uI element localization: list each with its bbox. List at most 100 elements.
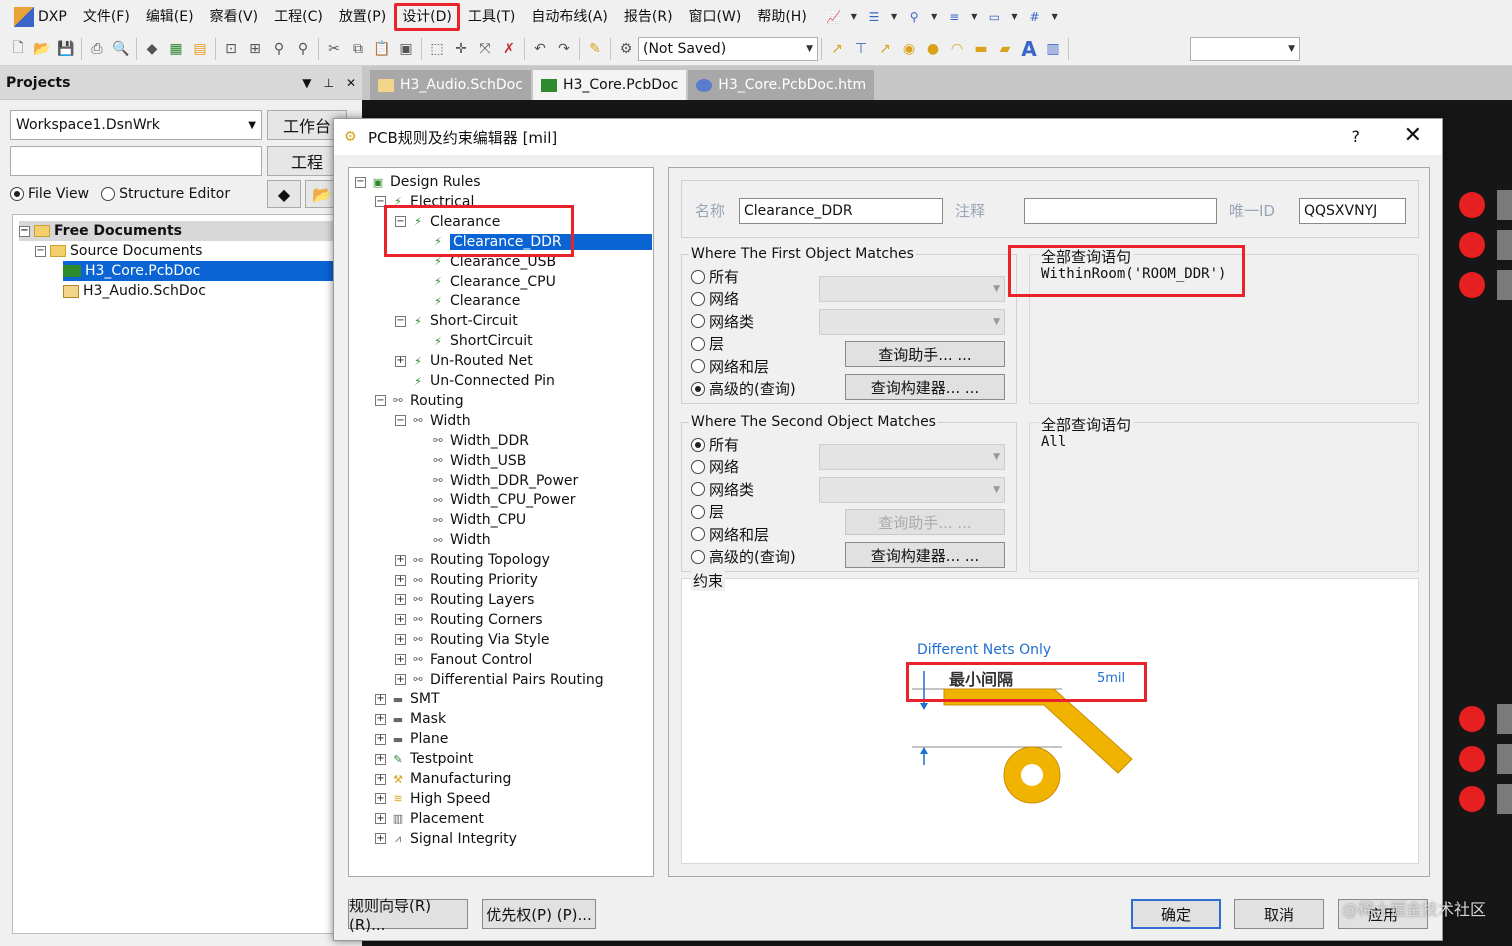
first-option-radio[interactable]: 网络类 <box>691 311 754 332</box>
paste-special-icon[interactable]: ▣ <box>394 37 418 61</box>
second-option-radio[interactable]: 所有 <box>691 434 739 455</box>
rule-tree-item[interactable]: ⚯ Width_DDR_Power <box>415 471 578 491</box>
multi-route-icon[interactable]: ↗ <box>873 37 897 61</box>
first-netclass-dropdown[interactable]: ▼ <box>819 309 1005 335</box>
compile-icon[interactable]: ◆ <box>267 180 301 208</box>
rule-tree-item[interactable]: ⚡ ShortCircuit <box>415 331 533 351</box>
cut-icon[interactable]: ✂ <box>322 37 346 61</box>
open-folder-icon[interactable]: 📂 <box>30 37 54 61</box>
expand-icon[interactable]: + <box>375 833 386 845</box>
collapse-icon[interactable]: − <box>395 216 406 228</box>
rule-tree-item[interactable]: − ⚯ Routing <box>375 391 464 411</box>
second-option-radio[interactable]: 网络 <box>691 456 739 477</box>
chart-tool-icon[interactable]: 📈 <box>823 7 845 27</box>
expand-icon[interactable]: + <box>395 634 406 646</box>
rule-tree-item[interactable]: + ⚯ Differential Pairs Routing <box>395 670 604 690</box>
expand-icon[interactable]: + <box>395 554 406 566</box>
rule-name-input[interactable]: Clearance_DDR <box>739 198 943 224</box>
rule-tree-item[interactable]: − ⚯ Width <box>395 411 471 431</box>
via-icon[interactable]: ● <box>921 37 945 61</box>
first-option-radio[interactable]: 层 <box>691 333 724 354</box>
menu-design[interactable]: 设计(D) <box>394 2 460 31</box>
dropdown-arrow-icon[interactable]: ▼ <box>851 12 857 21</box>
cancel-button[interactable]: 取消 <box>1234 899 1324 929</box>
second-netclass-dropdown[interactable]: ▼ <box>819 477 1005 503</box>
collapse-icon[interactable]: − <box>395 415 406 427</box>
rule-tree-item[interactable]: ⚯ Width_DDR <box>415 431 529 451</box>
second-query-builder-button[interactable]: 查询构建器... ... <box>845 542 1005 568</box>
list-tool-icon[interactable]: ≡ <box>943 7 965 27</box>
menu-window[interactable]: 窗口(W) <box>681 3 750 31</box>
redo-icon[interactable]: ↷ <box>552 37 576 61</box>
print-preview-icon[interactable]: 🔍 <box>109 37 133 61</box>
tree-free-documents[interactable]: − Free Documents <box>19 221 335 241</box>
align-tool-icon[interactable]: ☰ <box>863 7 885 27</box>
undo-icon[interactable]: ↶ <box>528 37 552 61</box>
menu-view[interactable]: 察看(V) <box>202 3 267 31</box>
rule-tree-item[interactable]: + ⚯ Routing Layers <box>395 590 534 610</box>
panel-menu-icon[interactable]: ▼ <box>302 76 311 90</box>
expand-icon[interactable]: + <box>395 614 406 626</box>
copy-icon[interactable]: ⧉ <box>346 37 370 61</box>
variant-combo[interactable]: (Not Saved) ▼ <box>638 37 818 61</box>
rule-tree-item[interactable]: ⚡ Un-Connected Pin <box>395 371 555 391</box>
rule-tree-item[interactable]: + ⚯ Routing Corners <box>395 610 543 630</box>
rule-tree-item[interactable]: ⚯ Width_CPU_Power <box>415 490 575 510</box>
first-option-radio[interactable]: 网络 <box>691 288 739 309</box>
ok-button[interactable]: 确定 <box>1131 899 1221 929</box>
zoom-area-icon[interactable]: ⊞ <box>243 37 267 61</box>
dropdown-arrow-icon[interactable]: ▼ <box>1052 12 1058 21</box>
tree-source-documents[interactable]: − Source Documents <box>35 241 202 261</box>
expand-icon[interactable]: + <box>375 733 386 745</box>
menu-project[interactable]: 工程(C) <box>266 3 331 31</box>
expand-icon[interactable]: + <box>375 713 386 725</box>
second-net-dropdown[interactable]: ▼ <box>819 444 1005 470</box>
expand-icon[interactable]: + <box>395 654 406 666</box>
rule-tree-item[interactable]: + ⩘ Signal Integrity <box>375 829 517 849</box>
rule-tree-item[interactable]: ⚡ Clearance_CPU <box>415 272 556 292</box>
grid-tool-icon[interactable]: # <box>1024 7 1046 27</box>
first-query-builder-button[interactable]: 查询构建器... ... <box>845 374 1005 400</box>
dropdown-arrow-icon[interactable]: ▼ <box>931 12 937 21</box>
rule-tree-item[interactable]: − ⚡ Short-Circuit <box>395 311 518 331</box>
second-option-radio[interactable]: 网络类 <box>691 479 754 500</box>
expand-icon[interactable]: + <box>395 574 406 586</box>
second-query-box[interactable] <box>1029 422 1419 572</box>
second-option-radio[interactable]: 高级的(查询) <box>691 546 796 567</box>
rule-tree-item[interactable]: + ⚒ Manufacturing <box>375 769 511 789</box>
interactive-route-icon[interactable]: ↗ <box>825 37 849 61</box>
tree-doc-sch[interactable]: H3_Audio.SchDoc <box>63 281 206 301</box>
net-scope-select[interactable]: Different Nets Only <box>917 642 1051 658</box>
rule-wizard-button[interactable]: 规则向导(R) (R)... <box>348 897 468 934</box>
rule-tree-item[interactable]: + ▥ Placement <box>375 809 484 829</box>
rule-comment-input[interactable] <box>1024 198 1217 224</box>
arc-icon[interactable]: ◠ <box>945 37 969 61</box>
rule-tree-item[interactable]: − ⚡ Electrical <box>375 192 474 212</box>
zoom-filter-icon[interactable]: ⚲ <box>291 37 315 61</box>
collapse-icon[interactable]: − <box>375 395 386 407</box>
tree-doc-pcb[interactable]: H3_Core.PcbDoc <box>63 261 335 281</box>
find-tool-icon[interactable]: ⚲ <box>903 7 925 27</box>
tab-core-pcbdoc-htm[interactable]: H3_Core.PcbDoc.htm <box>688 70 875 100</box>
collapse-icon[interactable]: − <box>35 245 46 257</box>
select-area-icon[interactable]: ⬚ <box>425 37 449 61</box>
collapse-icon[interactable]: − <box>19 225 30 237</box>
close-icon[interactable]: ✕ <box>346 76 356 90</box>
rule-tree-item[interactable]: + ≋ High Speed <box>375 789 491 809</box>
rule-tree-item[interactable]: ⚯ Width_USB <box>415 451 526 471</box>
rule-tree-item[interactable]: + ✎ Testpoint <box>375 749 473 769</box>
expand-icon[interactable]: + <box>395 355 406 367</box>
rule-tree-item[interactable]: − ▣ Design Rules <box>355 172 481 192</box>
rule-tree-item[interactable]: ⚡ Clearance_USB <box>415 252 556 272</box>
save-icon[interactable]: 💾 <box>54 37 78 61</box>
tab-core-pcbdoc[interactable]: H3_Core.PcbDoc <box>532 70 687 100</box>
menu-file[interactable]: 文件(F) <box>75 3 138 31</box>
rule-tree-item[interactable]: + ⚯ Routing Topology <box>395 550 550 570</box>
polygon-icon[interactable]: ▰ <box>993 37 1017 61</box>
pencil-icon[interactable]: ✎ <box>583 37 607 61</box>
board-icon[interactable]: ▦ <box>164 37 188 61</box>
zoom-fit-icon[interactable]: ⊡ <box>219 37 243 61</box>
collapse-icon[interactable]: − <box>395 315 406 327</box>
dropdown-arrow-icon[interactable]: ▼ <box>1011 12 1017 21</box>
menu-edit[interactable]: 编辑(E) <box>138 3 202 31</box>
